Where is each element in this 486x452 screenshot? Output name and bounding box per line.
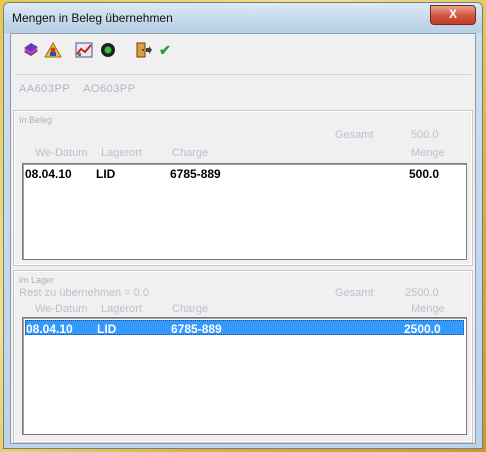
chart-icon[interactable] [75, 42, 93, 58]
article-code-2: AO603PP [83, 83, 136, 95]
header-lagerort: Lagerort [101, 303, 142, 315]
window-title: Mengen in Beleg übernehmen [12, 11, 173, 25]
in-beleg-label: In Beleg [19, 115, 53, 125]
header-menge: Menge [411, 147, 445, 159]
record-icon[interactable] [99, 42, 117, 58]
im-lager-label: im Lager [19, 275, 55, 285]
toolbar: ✔ [11, 34, 475, 64]
im-lager-group: im Lager Rest zu übernehmen = 0.0 Gesamt… [13, 270, 473, 443]
list-item-selected[interactable]: 08.04.10 LID 6785-889 2500.0 [25, 320, 464, 336]
in-beleg-group: In Beleg Gesamt 500.0 We-Datum Lagerort … [13, 110, 473, 266]
im-lager-gesamt-label: Gesamt [335, 287, 374, 299]
in-beleg-gesamt-label: Gesamt [335, 129, 374, 141]
header-charge: Charge [172, 147, 209, 159]
row-date: 08.04.10 [25, 167, 72, 181]
row-charge: 6785-889 [171, 322, 222, 336]
row-menge: 2500.0 [404, 322, 441, 336]
row-date: 08.04.10 [26, 322, 73, 336]
im-lager-list[interactable]: 08.04.10 LID 6785-889 2500.0 [22, 317, 467, 435]
header-menge: Menge [411, 303, 445, 315]
exit-door-icon[interactable] [135, 42, 153, 58]
im-lager-gesamt-value: 2500.0 [405, 287, 439, 299]
checkmark-icon[interactable]: ✔ [156, 42, 174, 58]
person-icon[interactable] [44, 41, 62, 58]
header-we-datum: We-Datum [35, 303, 88, 315]
books-icon[interactable] [22, 42, 40, 58]
rest-label: Rest zu übernehmen = 0.0 [19, 287, 149, 299]
dialog-body: ✔ AA603PP AO603PP In Beleg Gesamt 500.0 … [10, 33, 476, 444]
header-lagerort: Lagerort [101, 147, 142, 159]
row-menge: 500.0 [409, 167, 440, 181]
header-charge: Charge [172, 303, 209, 315]
list-item[interactable]: 08.04.10 LID 6785-889 500.0 [25, 166, 464, 181]
toolbar-divider [15, 74, 471, 75]
row-lagerort: LID [97, 322, 117, 336]
row-lagerort: LID [96, 167, 116, 181]
article-codes: AA603PP AO603PP [19, 83, 146, 95]
article-code-1: AA603PP [19, 83, 71, 95]
in-beleg-list[interactable]: 08.04.10 LID 6785-889 500.0 [22, 163, 467, 260]
dialog-window: Mengen in Beleg übernehmen X ✔ AA603PP A… [3, 2, 483, 449]
row-charge: 6785-889 [170, 167, 221, 181]
close-button[interactable]: X [430, 5, 476, 25]
title-bar[interactable]: Mengen in Beleg übernehmen X [4, 3, 482, 33]
in-beleg-gesamt-value: 500.0 [411, 129, 439, 141]
header-we-datum: We-Datum [35, 147, 88, 159]
